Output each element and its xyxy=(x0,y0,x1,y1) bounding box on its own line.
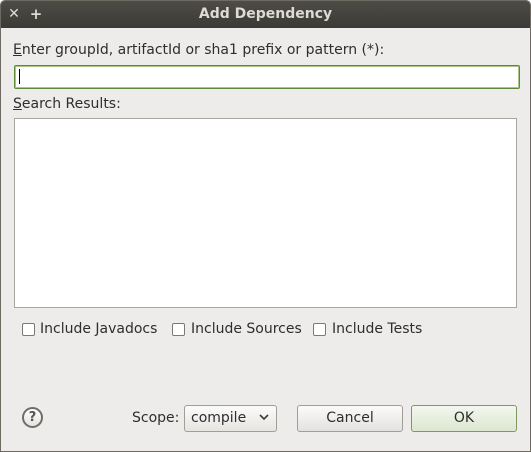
include-sources-checkbox[interactable] xyxy=(172,323,185,336)
title-bar: ✕ + Add Dependency xyxy=(1,1,530,28)
scope-label: Scope: xyxy=(132,410,180,426)
add-dependency-dialog: ✕ + Add Dependency Enter groupId, artifa… xyxy=(0,0,531,452)
ok-button[interactable]: OK xyxy=(411,405,517,432)
search-results-mnemonic: S xyxy=(13,96,22,112)
search-label-mnemonic: E xyxy=(13,42,22,58)
cancel-button[interactable]: Cancel xyxy=(297,405,403,432)
chevron-down-icon xyxy=(259,414,269,421)
search-results-list[interactable] xyxy=(14,118,517,308)
scope-selected-value: compile xyxy=(191,410,247,426)
include-tests-checkbox[interactable] xyxy=(313,323,326,336)
text-cursor xyxy=(19,69,20,84)
search-label-text: nter groupId, artifactId or sha1 prefix … xyxy=(21,42,385,58)
include-tests-label[interactable]: Include Tests xyxy=(332,321,422,337)
search-label: Enter groupId, artifactId or sha1 prefix… xyxy=(13,42,384,58)
search-input[interactable] xyxy=(14,65,520,89)
include-sources-label[interactable]: Include Sources xyxy=(191,321,302,337)
help-icon[interactable]: ? xyxy=(22,407,43,428)
scope-select[interactable]: compile xyxy=(184,405,277,432)
include-javadocs-label[interactable]: Include Javadocs xyxy=(40,321,157,337)
include-javadocs-checkbox[interactable] xyxy=(22,323,35,336)
search-results-text: earch Results: xyxy=(21,96,121,112)
search-results-label: Search Results: xyxy=(13,96,121,112)
dialog-title: Add Dependency xyxy=(198,6,333,22)
